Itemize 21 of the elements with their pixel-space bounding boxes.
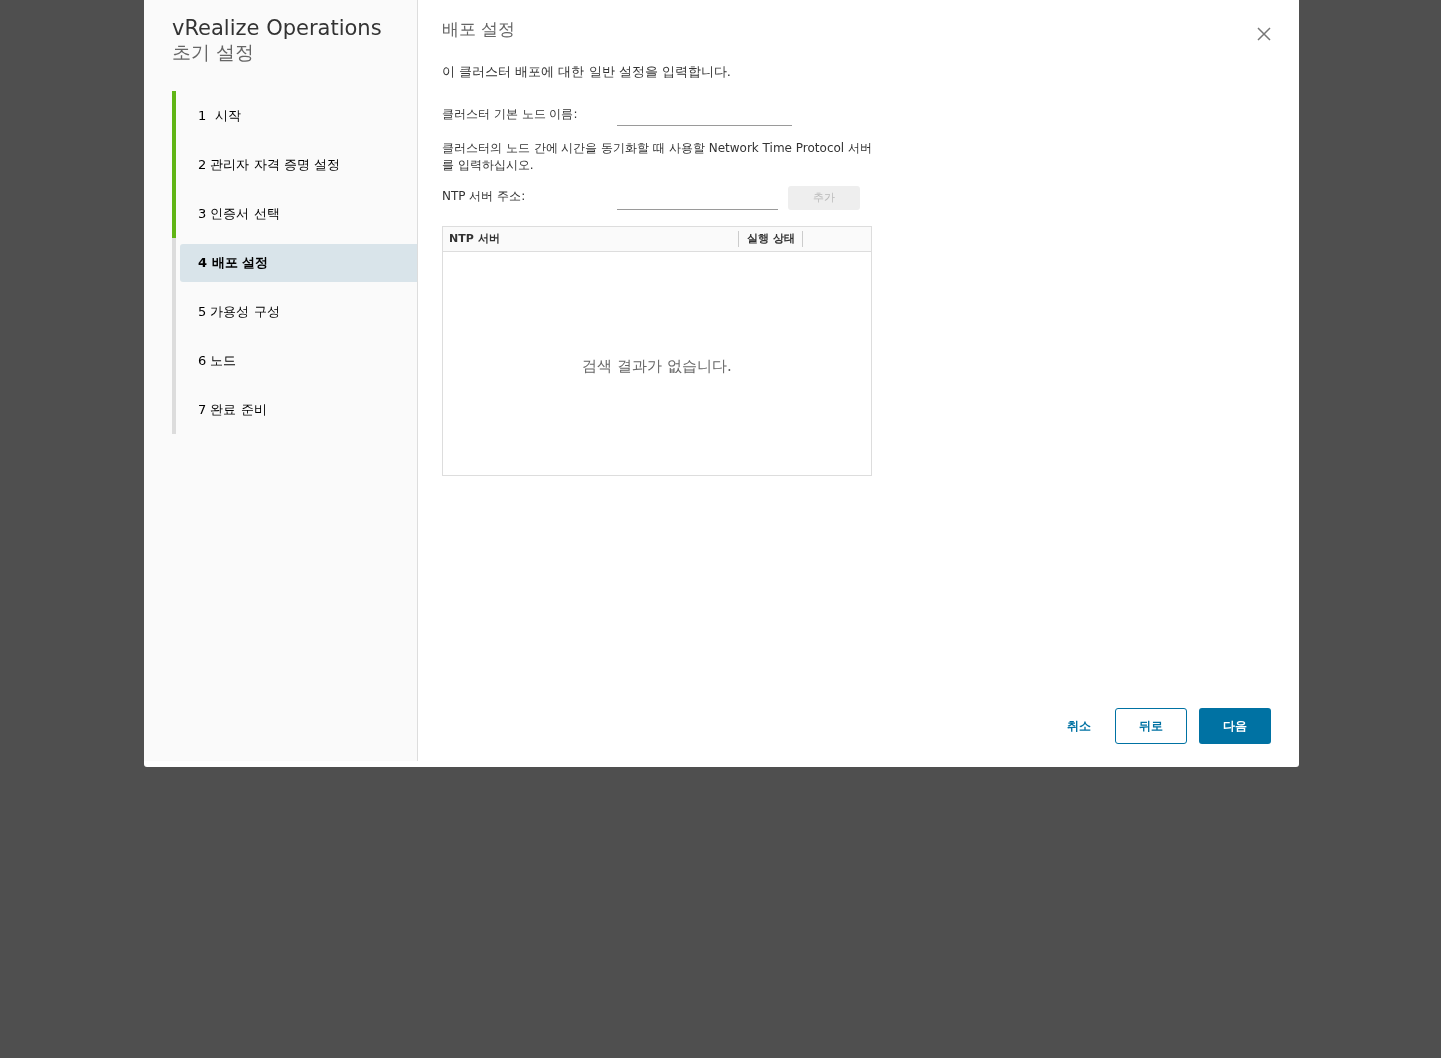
sidebar-title: vRealize Operations (172, 16, 383, 40)
back-button[interactable]: 뒤로 (1115, 708, 1187, 744)
step-item[interactable]: 4 배포 설정 (180, 243, 417, 282)
field-label: 클러스터 기본 노드 이름: (442, 106, 579, 123)
empty-message: 검색 결과가 없습니다. (582, 356, 732, 378)
column-header: NTP 서버 (443, 230, 739, 248)
step-item[interactable]: 7 완료 준비 (180, 390, 417, 429)
column-header: 실행 상태 (739, 230, 803, 248)
step-item[interactable]: 1 시작 (180, 96, 417, 135)
step-item[interactable]: 5 가용성 구성 (180, 292, 417, 331)
cancel-link[interactable]: 취소 (1055, 708, 1103, 744)
step-item[interactable]: 6 노드 (180, 341, 417, 380)
step-item[interactable]: 2 관리자 자격 증명 설정 (180, 145, 417, 184)
next-button[interactable]: 다음 (1199, 708, 1271, 744)
page-title: 배포 설정 (442, 18, 516, 41)
field-label: NTP 서버 주소: (442, 188, 527, 205)
help-text: 클러스터의 노드 간에 시간을 동기화할 때 사용할 Network Time Protocol 서버를 입력하십시오. (442, 140, 872, 174)
close-icon[interactable] (1257, 27, 1271, 41)
sidebar-subtitle: 초기 설정 (172, 40, 256, 64)
intro-text: 이 클러스터 배포에 대한 일반 설정을 입력합니다. (442, 62, 732, 81)
step-item[interactable]: 3 인증서 선택 (180, 194, 417, 233)
